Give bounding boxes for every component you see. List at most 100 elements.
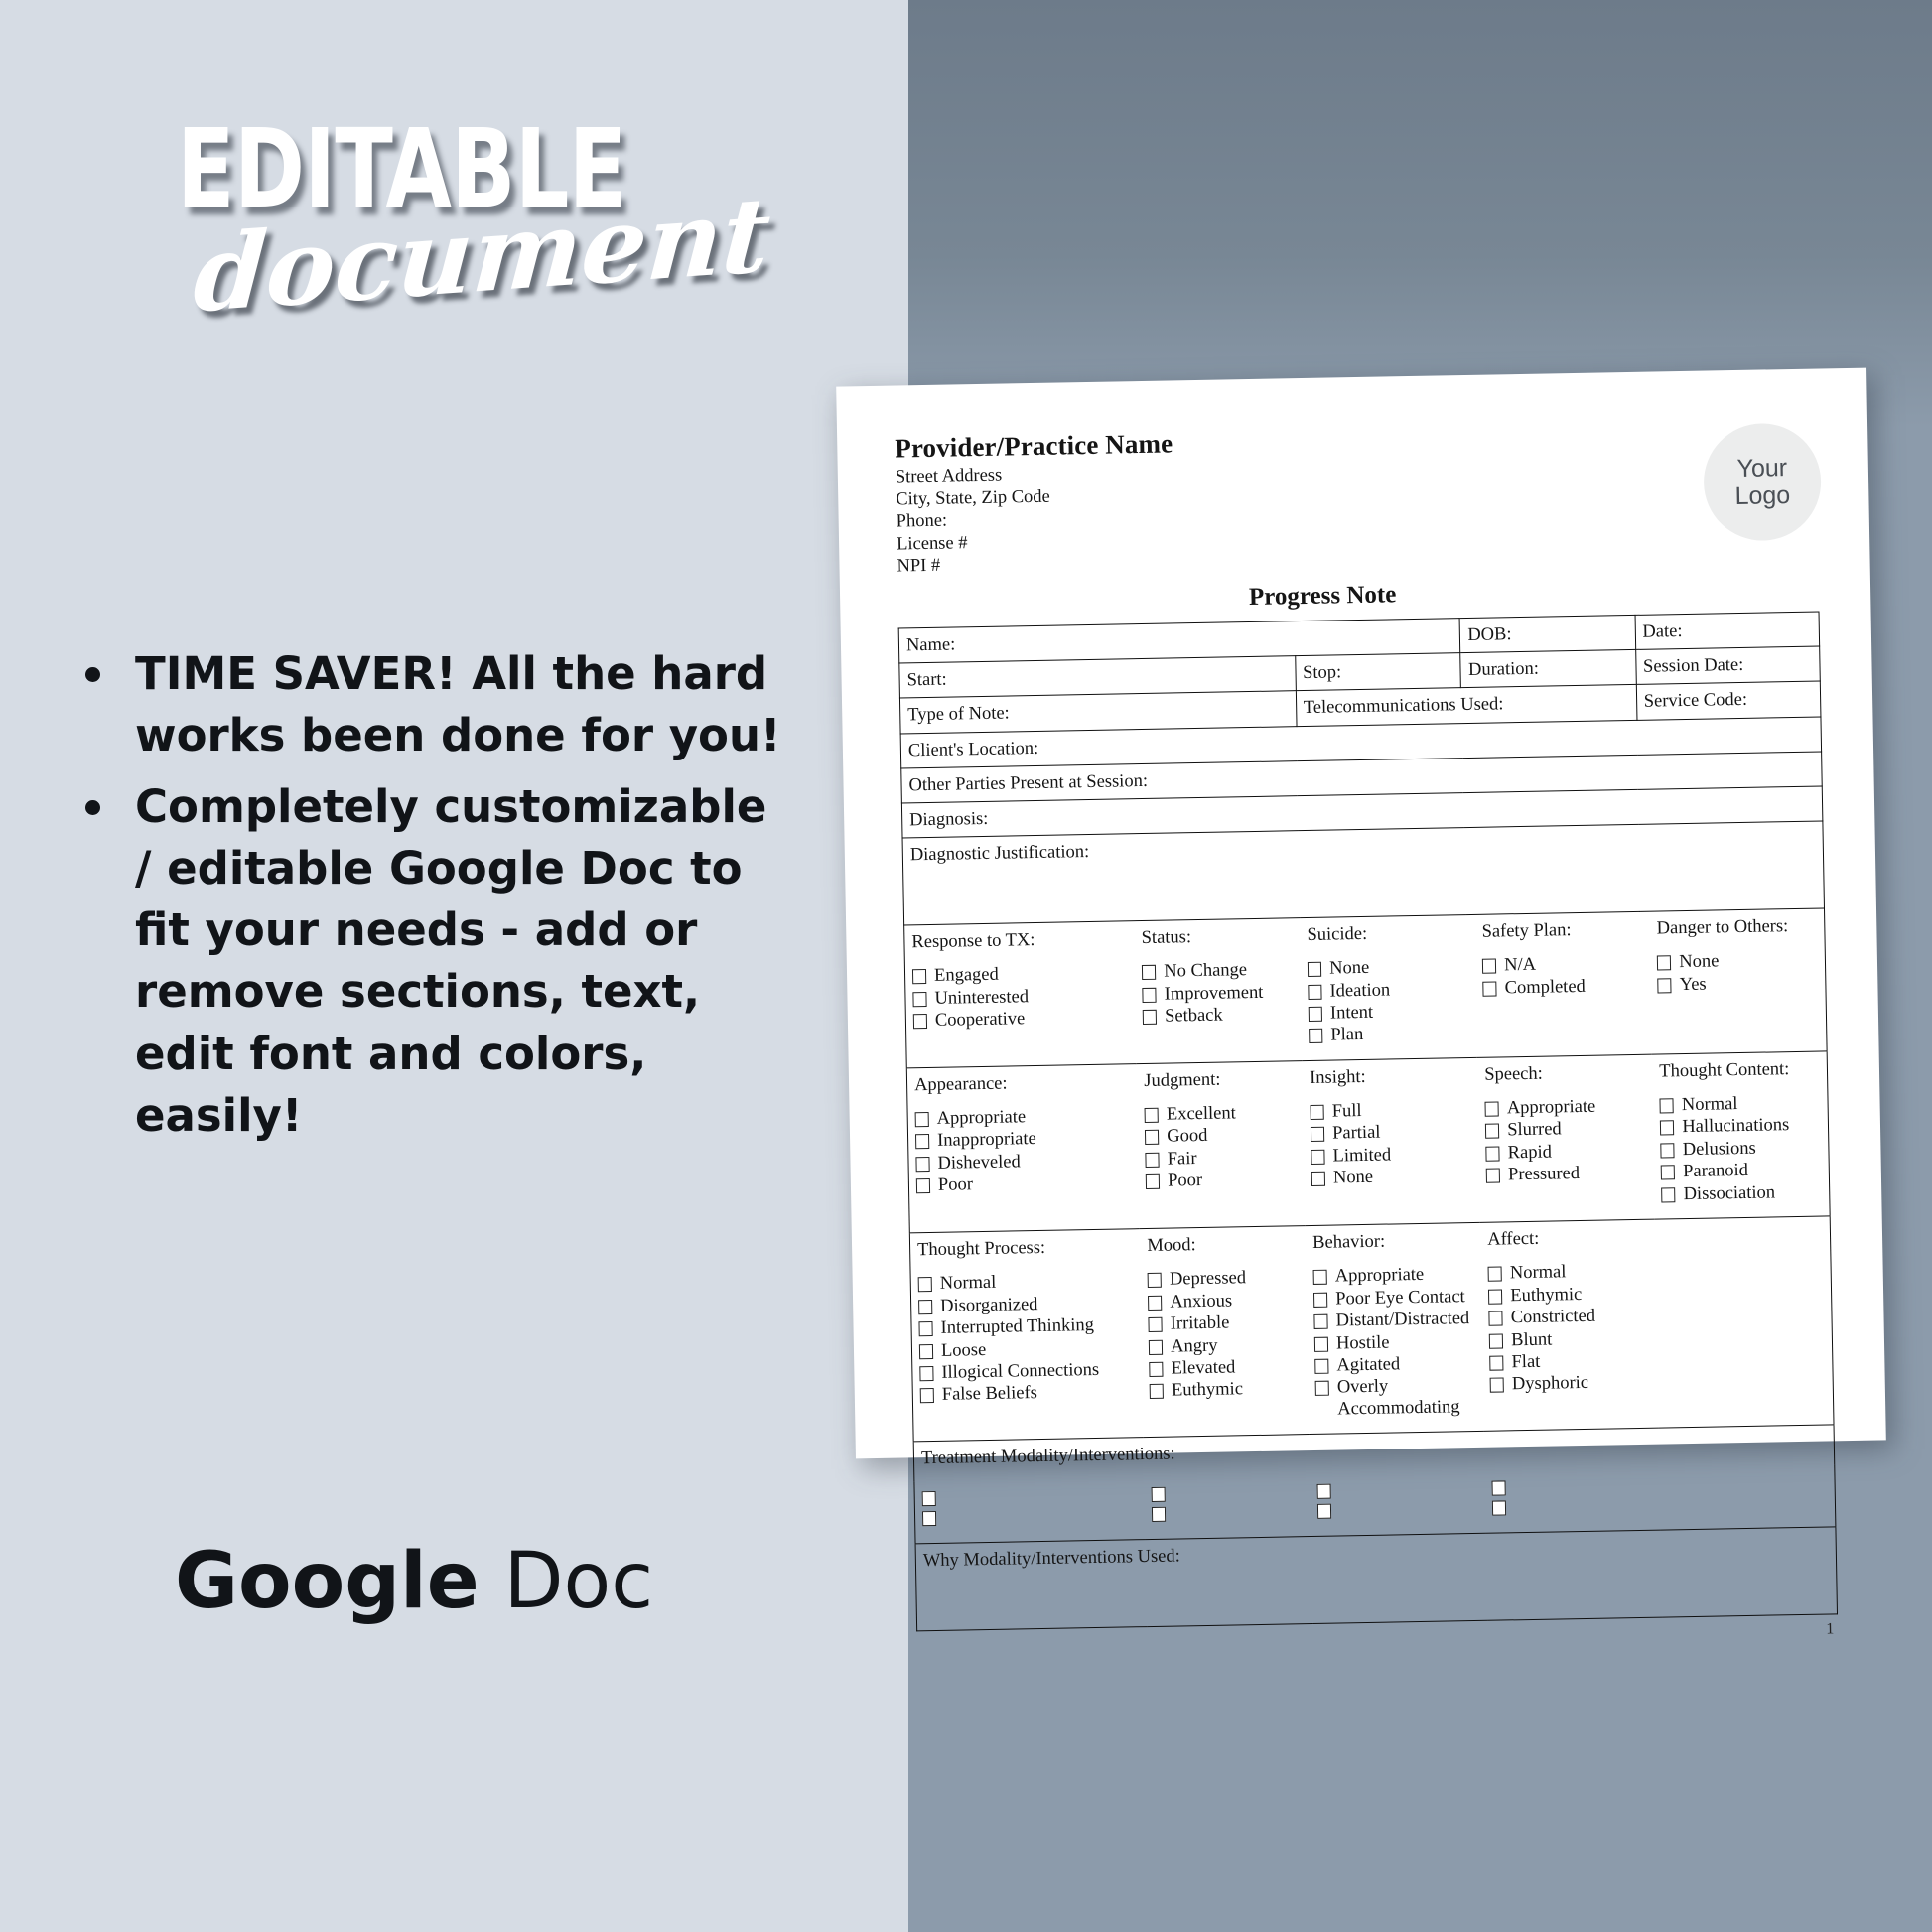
checkbox-option[interactable]: Limited (1311, 1144, 1472, 1168)
checkbox-icon[interactable] (915, 1178, 931, 1194)
checkbox-option[interactable]: Interrupted Thinking (918, 1314, 1136, 1339)
checkbox-icon[interactable] (1145, 1130, 1160, 1146)
checkbox-option[interactable]: Normal (917, 1270, 1136, 1295)
checkbox-option[interactable]: Full (1310, 1099, 1472, 1123)
field-service-code[interactable]: Service Code: (1635, 681, 1821, 720)
checkbox-icon[interactable] (1311, 1149, 1325, 1165)
field-date[interactable]: Date: (1634, 612, 1820, 650)
checkbox-icon[interactable] (1142, 964, 1157, 981)
checkbox-option[interactable]: Depressed (1147, 1267, 1301, 1291)
checkbox-icon[interactable] (1145, 1152, 1160, 1168)
checkbox-icon[interactable] (1485, 1146, 1500, 1162)
checkbox-option[interactable]: Euthymic (1149, 1379, 1303, 1403)
checkbox-option[interactable]: Cooperative (912, 1007, 1131, 1032)
checkbox-icon[interactable] (918, 1321, 933, 1337)
checkbox-option[interactable]: Elevated (1149, 1356, 1302, 1380)
checkbox-option[interactable]: Distant/Distracted (1313, 1309, 1475, 1332)
checkbox-option[interactable]: Appropriate (1484, 1096, 1647, 1120)
checkbox-icon[interactable] (919, 1388, 934, 1404)
checkbox-icon[interactable] (1311, 1127, 1325, 1143)
checkbox-option[interactable]: Disheveled (915, 1150, 1133, 1174)
checkbox-option[interactable]: False Beliefs (919, 1382, 1138, 1407)
checkbox-option[interactable]: Slurred (1485, 1118, 1647, 1142)
checkbox-icon[interactable] (1657, 977, 1672, 994)
checkbox-icon[interactable] (1489, 1333, 1504, 1349)
field-dob[interactable]: DOB: (1459, 615, 1636, 653)
checkbox-icon[interactable] (915, 1156, 930, 1173)
checkbox-icon[interactable] (1308, 1006, 1323, 1023)
checkbox-icon[interactable] (1313, 1336, 1329, 1352)
checkbox-option[interactable]: Good (1145, 1125, 1298, 1149)
checkbox-icon[interactable] (1313, 1313, 1328, 1330)
checkbox-icon[interactable] (1308, 984, 1322, 1000)
checkbox-option[interactable]: Appropriate (1312, 1264, 1475, 1288)
checkbox-icon[interactable] (1484, 1101, 1500, 1117)
checkbox-option[interactable]: None (1657, 950, 1819, 974)
field-diagnostic-justification[interactable]: Diagnostic Justification: (902, 821, 1825, 926)
checkbox-icon[interactable] (1488, 1311, 1503, 1326)
checkbox-icon[interactable] (1144, 1107, 1160, 1123)
field-stop[interactable]: Stop: (1295, 652, 1461, 692)
checkbox-icon[interactable] (1482, 981, 1497, 997)
checkbox-icon[interactable] (1661, 1165, 1676, 1180)
checkbox-option[interactable]: None (1311, 1166, 1473, 1189)
checkbox-option[interactable]: Blunt (1489, 1327, 1651, 1351)
checkbox-icon[interactable] (1485, 1123, 1500, 1140)
checkbox-icon[interactable] (1660, 1143, 1675, 1159)
checkbox-icon[interactable] (1314, 1358, 1329, 1374)
checkbox-option[interactable]: Rapid (1485, 1141, 1647, 1165)
checkbox-icon[interactable] (1489, 1377, 1505, 1394)
checkbox-icon[interactable] (1313, 1292, 1328, 1308)
checkbox-icon[interactable] (1148, 1295, 1163, 1311)
checkbox-option[interactable]: No Change (1142, 959, 1295, 983)
checkbox-option[interactable]: Uninterested (912, 985, 1130, 1010)
checkbox-icon[interactable] (1142, 987, 1157, 1003)
checkbox-icon[interactable] (1311, 1172, 1326, 1187)
checkbox-option[interactable]: Pressured (1485, 1163, 1648, 1186)
checkbox-icon[interactable] (912, 991, 927, 1007)
checkbox-icon[interactable] (921, 1511, 937, 1527)
checkbox-option[interactable]: Fair (1145, 1147, 1299, 1171)
checkbox-option[interactable]: Euthymic (1488, 1283, 1650, 1307)
checkbox-option[interactable]: N/A (1482, 953, 1644, 977)
checkbox-option[interactable]: Normal (1659, 1092, 1822, 1116)
checkbox-option[interactable]: Partial (1311, 1121, 1472, 1145)
checkbox-option[interactable]: Constricted (1488, 1306, 1651, 1329)
checkbox-option[interactable]: Excellent (1144, 1102, 1298, 1126)
checkbox-icon[interactable] (917, 1277, 932, 1293)
checkbox-icon[interactable] (1660, 1120, 1675, 1136)
checkbox-option[interactable]: Appropriate (914, 1105, 1133, 1130)
checkbox-option[interactable]: Yes (1657, 972, 1820, 996)
checkbox-icon[interactable] (912, 1014, 928, 1030)
checkbox-option[interactable]: Poor (1146, 1169, 1299, 1192)
checkbox-icon[interactable] (919, 1365, 934, 1382)
checkbox-option[interactable]: Plan (1309, 1023, 1470, 1046)
checkbox-icon[interactable] (1314, 1381, 1330, 1397)
checkbox-icon[interactable] (1310, 1104, 1324, 1120)
checkbox-icon[interactable] (1142, 1009, 1158, 1026)
checkbox-option[interactable]: Poor (915, 1173, 1134, 1197)
checkbox-icon[interactable] (911, 969, 927, 985)
checkbox-icon[interactable] (1148, 1316, 1163, 1333)
checkbox-option[interactable]: Flat (1489, 1350, 1651, 1374)
checkbox-option[interactable]: Hallucinations (1660, 1115, 1822, 1139)
checkbox-icon[interactable] (1312, 1269, 1327, 1286)
checkbox-option[interactable]: Angry (1149, 1334, 1302, 1358)
checkbox-icon[interactable] (1316, 1484, 1331, 1500)
checkbox-icon[interactable] (1151, 1487, 1167, 1503)
checkbox-option[interactable]: Ideation (1308, 979, 1469, 1003)
checkbox-icon[interactable] (1482, 958, 1497, 974)
checkbox-option[interactable]: None (1308, 956, 1469, 980)
checkbox-option[interactable]: Inappropriate (915, 1128, 1133, 1153)
checkbox-icon[interactable] (1146, 1174, 1161, 1190)
checkbox-option[interactable]: Loose (918, 1337, 1137, 1362)
checkbox-option[interactable]: Delusions (1660, 1137, 1823, 1161)
checkbox-option[interactable]: Normal (1487, 1261, 1650, 1285)
checkbox-option[interactable]: Disorganized (918, 1293, 1136, 1317)
checkbox-icon[interactable] (1488, 1289, 1503, 1305)
checkbox-icon[interactable] (1149, 1361, 1164, 1378)
checkbox-icon[interactable] (1317, 1504, 1332, 1520)
field-duration[interactable]: Duration: (1460, 649, 1636, 688)
checkbox-option[interactable]: Dissociation (1661, 1181, 1823, 1205)
checkbox-icon[interactable] (921, 1491, 936, 1507)
